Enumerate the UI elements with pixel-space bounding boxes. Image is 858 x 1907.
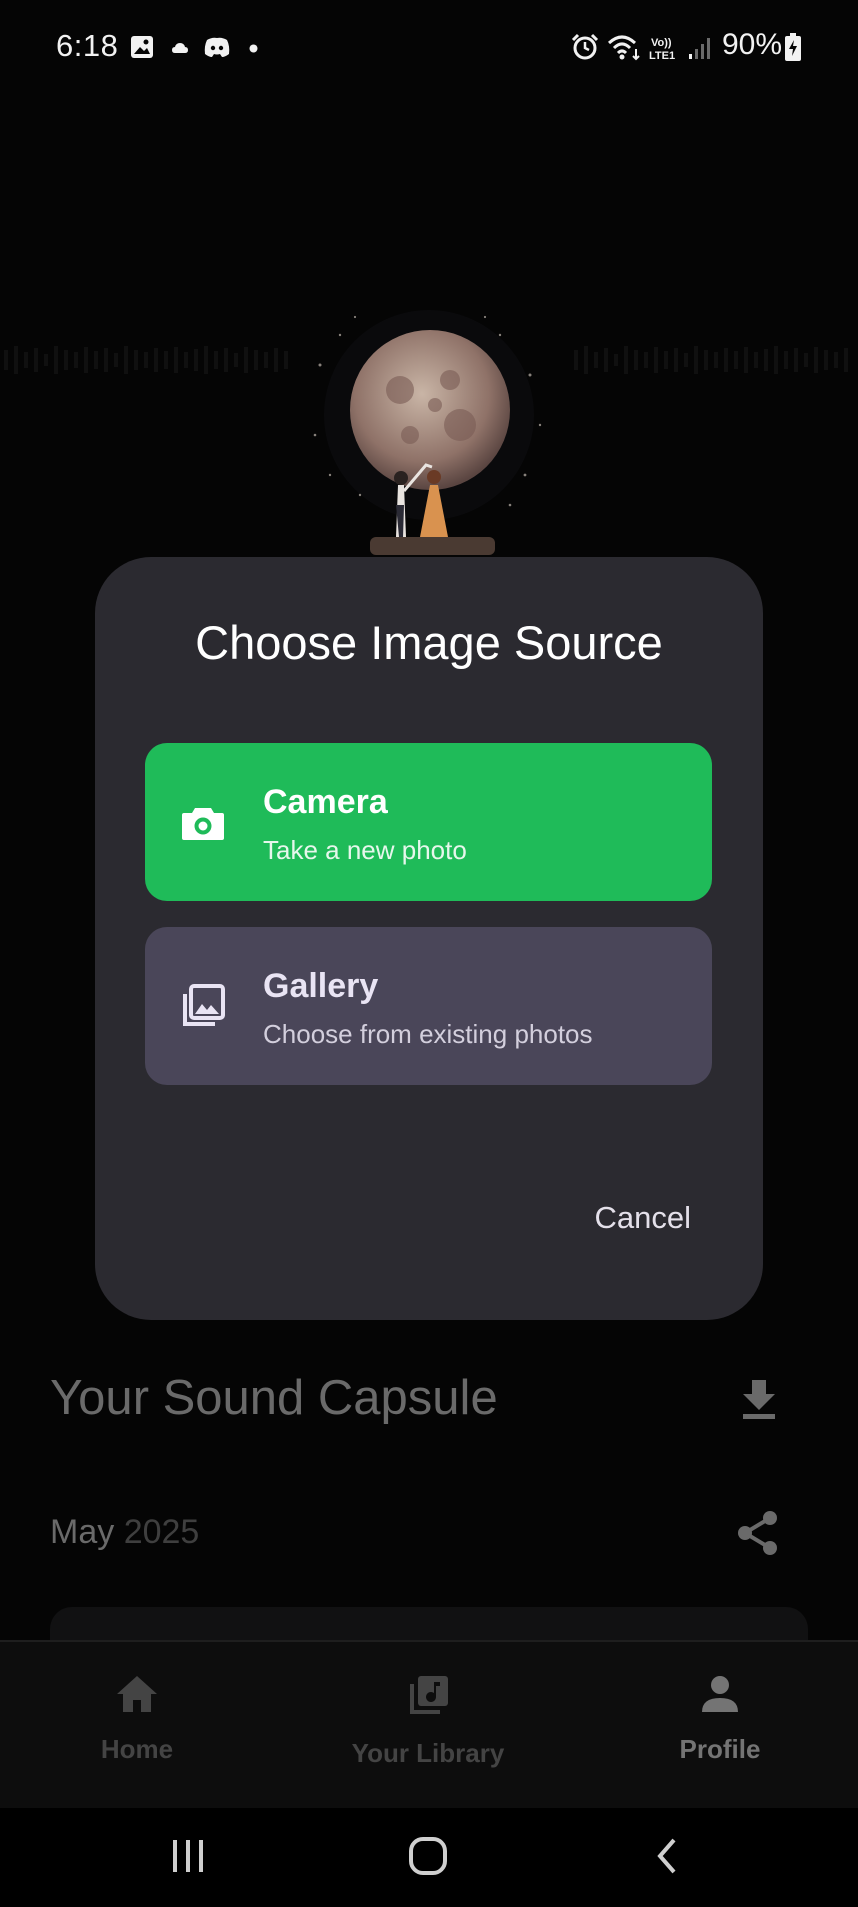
choose-image-source-dialog: Choose Image Source Camera Take a new ph… bbox=[95, 557, 763, 1320]
camera-icon bbox=[182, 808, 224, 840]
app-screen: 6:18 Vo)) LTE1 90% Your Sound Capsule Ma… bbox=[0, 0, 858, 1907]
gallery-option-button[interactable]: Gallery Choose from existing photos bbox=[145, 927, 712, 1085]
gallery-option-subtitle: Choose from existing photos bbox=[263, 1019, 593, 1049]
cancel-button[interactable]: Cancel bbox=[595, 1200, 692, 1236]
camera-option-subtitle: Take a new photo bbox=[263, 835, 467, 865]
camera-option-button[interactable]: Camera Take a new photo bbox=[145, 743, 712, 901]
dialog-title: Choose Image Source bbox=[195, 616, 663, 669]
gallery-option-title: Gallery bbox=[263, 967, 379, 1005]
camera-option-title: Camera bbox=[263, 783, 388, 821]
photo-library-icon bbox=[183, 984, 225, 1026]
